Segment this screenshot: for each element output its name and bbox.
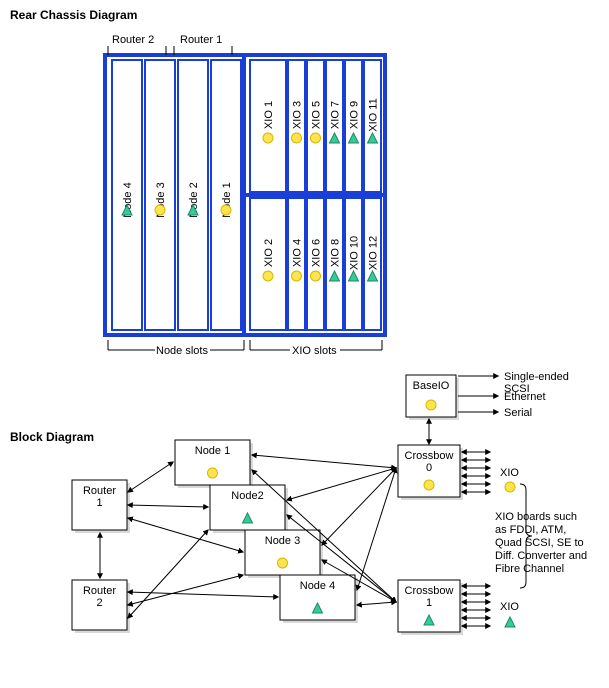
xio-slot-label: XIO 12 [368,236,380,270]
xio-slot-label: XIO 2 [263,239,275,267]
block-node-1-label: Node 1 [195,445,230,457]
xio-slot-label: XIO 6 [311,239,323,267]
xio-label: XIO [500,467,519,479]
router2-label: Router 2 [112,34,154,46]
router1-label: Router 1 [180,34,222,46]
block-node-3-label: Node 3 [265,535,300,547]
xio-slot-label: XIO 8 [330,239,342,267]
xio-slot-label: XIO 10 [349,236,361,270]
xio-slot-label: XIO 9 [349,101,361,129]
xio-slot-label: XIO 3 [292,101,304,129]
xio-slots-label: XIO slots [292,345,337,357]
xio-label: XIO [500,601,519,613]
diagram-svg: Router 2 Router 1 Node 4Node 3Node 2Node… [0,0,609,688]
baseio-output: Ethernet [504,391,546,403]
xio-slot-label: XIO 7 [330,101,342,129]
xio-slot-label: XIO 4 [292,239,304,267]
node-slots-label: Node slots [156,345,208,357]
xio-annotation: XIO boards suchas FDDI, ATM,Quad SCSI, S… [495,511,587,575]
baseio-label: BaseIO [413,380,450,392]
block-node-2-label: Node2 [231,490,263,502]
xio-slot-label: XIO 1 [263,101,275,129]
xio-slot-label: XIO 11 [368,98,380,131]
block-node-4-label: Node 4 [300,580,335,592]
baseio-output: Serial [504,407,532,419]
xio-slot-label: XIO 5 [311,101,323,129]
